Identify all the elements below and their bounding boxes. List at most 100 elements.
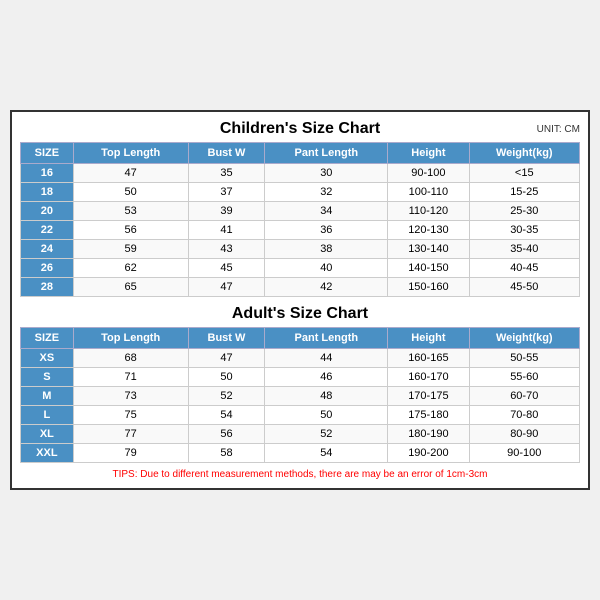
data-cell: 100-110 — [388, 183, 469, 202]
data-cell: 60-70 — [469, 387, 579, 406]
data-cell: 55-60 — [469, 368, 579, 387]
adult-title-row: Adult's Size Chart — [20, 305, 580, 323]
data-cell: 50-55 — [469, 349, 579, 368]
chart-container: Children's Size Chart UNIT: CM SIZE Top … — [10, 110, 590, 490]
data-cell: 56 — [188, 425, 265, 444]
data-cell: 73 — [73, 387, 188, 406]
size-cell: 24 — [21, 240, 74, 259]
data-cell: 44 — [265, 349, 388, 368]
adult-header-weight: Weight(kg) — [469, 328, 579, 349]
data-cell: 75 — [73, 406, 188, 425]
data-cell: 71 — [73, 368, 188, 387]
data-cell: 65 — [73, 278, 188, 297]
adult-header-top-length: Top Length — [73, 328, 188, 349]
children-title-row: Children's Size Chart UNIT: CM — [20, 120, 580, 138]
size-cell: XL — [21, 425, 74, 444]
data-cell: 130-140 — [388, 240, 469, 259]
size-cell: XS — [21, 349, 74, 368]
table-row: S715046160-17055-60 — [21, 368, 580, 387]
data-cell: 68 — [73, 349, 188, 368]
header-size: SIZE — [21, 143, 74, 164]
table-row: 28654742150-16045-50 — [21, 278, 580, 297]
data-cell: 37 — [188, 183, 265, 202]
data-cell: 34 — [265, 202, 388, 221]
table-row: 1647353090-100<15 — [21, 164, 580, 183]
data-cell: 54 — [188, 406, 265, 425]
data-cell: 77 — [73, 425, 188, 444]
data-cell: 35-40 — [469, 240, 579, 259]
data-cell: 45 — [188, 259, 265, 278]
data-cell: 30 — [265, 164, 388, 183]
data-cell: 140-150 — [388, 259, 469, 278]
data-cell: 175-180 — [388, 406, 469, 425]
adult-header-size: SIZE — [21, 328, 74, 349]
data-cell: 110-120 — [388, 202, 469, 221]
data-cell: 50 — [188, 368, 265, 387]
tips-text: TIPS: Due to different measurement metho… — [20, 469, 580, 480]
data-cell: 40-45 — [469, 259, 579, 278]
data-cell: 30-35 — [469, 221, 579, 240]
size-cell: 18 — [21, 183, 74, 202]
data-cell: 52 — [188, 387, 265, 406]
header-weight: Weight(kg) — [469, 143, 579, 164]
data-cell: 47 — [73, 164, 188, 183]
data-cell: 50 — [73, 183, 188, 202]
table-row: 18503732100-11015-25 — [21, 183, 580, 202]
data-cell: 47 — [188, 349, 265, 368]
data-cell: 190-200 — [388, 444, 469, 463]
header-bust-w: Bust W — [188, 143, 265, 164]
data-cell: 62 — [73, 259, 188, 278]
data-cell: 58 — [188, 444, 265, 463]
data-cell: 56 — [73, 221, 188, 240]
adult-header-pant-length: Pant Length — [265, 328, 388, 349]
size-cell: M — [21, 387, 74, 406]
size-cell: XXL — [21, 444, 74, 463]
size-cell: L — [21, 406, 74, 425]
table-row: XXL795854190-20090-100 — [21, 444, 580, 463]
table-row: XS684744160-16550-55 — [21, 349, 580, 368]
data-cell: 25-30 — [469, 202, 579, 221]
data-cell: 47 — [188, 278, 265, 297]
table-row: 26624540140-15040-45 — [21, 259, 580, 278]
data-cell: 43 — [188, 240, 265, 259]
table-row: L755450175-18070-80 — [21, 406, 580, 425]
size-cell: S — [21, 368, 74, 387]
adult-title: Adult's Size Chart — [232, 305, 368, 323]
data-cell: <15 — [469, 164, 579, 183]
data-cell: 160-165 — [388, 349, 469, 368]
data-cell: 180-190 — [388, 425, 469, 444]
data-cell: 59 — [73, 240, 188, 259]
data-cell: 90-100 — [469, 444, 579, 463]
data-cell: 15-25 — [469, 183, 579, 202]
adult-header-row: SIZE Top Length Bust W Pant Length Heigh… — [21, 328, 580, 349]
size-cell: 16 — [21, 164, 74, 183]
data-cell: 54 — [265, 444, 388, 463]
data-cell: 160-170 — [388, 368, 469, 387]
children-title: Children's Size Chart — [220, 120, 380, 138]
adult-table: SIZE Top Length Bust W Pant Length Heigh… — [20, 327, 580, 463]
size-cell: 28 — [21, 278, 74, 297]
data-cell: 79 — [73, 444, 188, 463]
header-height: Height — [388, 143, 469, 164]
data-cell: 38 — [265, 240, 388, 259]
data-cell: 45-50 — [469, 278, 579, 297]
data-cell: 32 — [265, 183, 388, 202]
unit-label: UNIT: CM — [537, 124, 580, 135]
data-cell: 40 — [265, 259, 388, 278]
adult-header-bust-w: Bust W — [188, 328, 265, 349]
table-row: 20533934110-12025-30 — [21, 202, 580, 221]
data-cell: 53 — [73, 202, 188, 221]
header-pant-length: Pant Length — [265, 143, 388, 164]
data-cell: 90-100 — [388, 164, 469, 183]
table-row: 22564136120-13030-35 — [21, 221, 580, 240]
data-cell: 120-130 — [388, 221, 469, 240]
data-cell: 42 — [265, 278, 388, 297]
size-cell: 22 — [21, 221, 74, 240]
data-cell: 39 — [188, 202, 265, 221]
table-row: XL775652180-19080-90 — [21, 425, 580, 444]
data-cell: 46 — [265, 368, 388, 387]
adult-header-height: Height — [388, 328, 469, 349]
data-cell: 70-80 — [469, 406, 579, 425]
size-cell: 26 — [21, 259, 74, 278]
table-row: 24594338130-14035-40 — [21, 240, 580, 259]
